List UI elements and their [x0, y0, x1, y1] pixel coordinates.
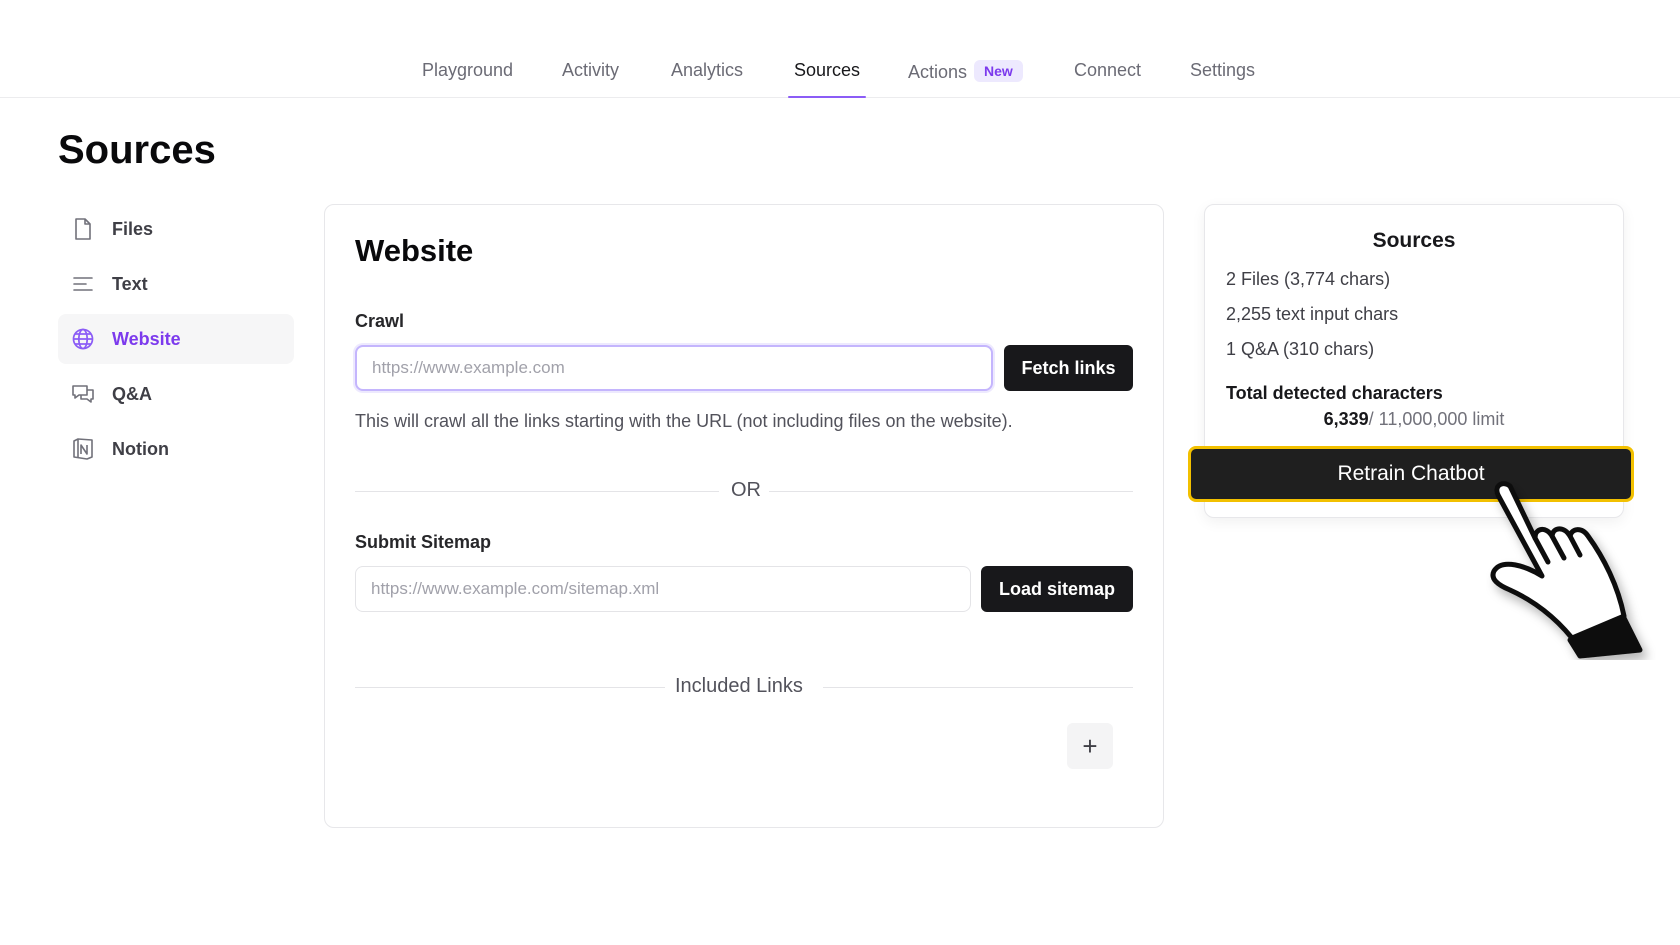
summary-files: 2 Files (3,774 chars): [1226, 269, 1391, 289]
sidebar-item-website[interactable]: Website: [58, 314, 294, 364]
or-divider-label: OR: [731, 479, 761, 501]
chat-bubbles-icon: [58, 383, 104, 405]
notion-icon: [58, 437, 104, 461]
included-links-label: Included Links: [675, 675, 803, 697]
summary-title: Sources: [1372, 229, 1456, 252]
fetch-links-button[interactable]: Fetch links: [1004, 345, 1133, 391]
new-badge: New: [974, 60, 1023, 82]
tab-activity[interactable]: Activity: [562, 60, 619, 98]
file-icon: [58, 217, 104, 241]
crawl-helper-text: This will crawl all the links starting w…: [355, 411, 1013, 431]
total-characters-limit: / 11,000,000 limit: [1368, 409, 1505, 429]
text-lines-icon: [58, 274, 104, 294]
page-title: Sources: [58, 128, 216, 172]
sidebar-item-label: Notion: [112, 438, 169, 459]
sidebar-item-text[interactable]: Text: [58, 259, 294, 309]
tab-settings[interactable]: Settings: [1190, 60, 1255, 98]
tab-actions[interactable]: Actions New: [908, 60, 1023, 98]
divider: [823, 687, 1133, 688]
sidebar-item-label: Files: [112, 218, 154, 239]
total-characters: 6,339/ 11,000,000 limit: [1205, 409, 1623, 430]
website-card: Website Crawl Fetch links This will craw…: [324, 204, 1164, 828]
top-nav: Playground Activity Analytics Sources Ac…: [0, 0, 1680, 98]
crawl-label: Crawl: [355, 311, 405, 331]
tab-connect[interactable]: Connect: [1074, 60, 1141, 98]
sitemap-label: Submit Sitemap: [355, 532, 492, 552]
tab-actions-label: Actions: [908, 62, 968, 82]
sidebar-item-notion[interactable]: Notion: [58, 424, 294, 474]
tab-analytics[interactable]: Analytics: [671, 60, 743, 98]
divider: [355, 687, 665, 688]
load-sitemap-button[interactable]: Load sitemap: [981, 566, 1133, 612]
sidebar-item-files[interactable]: Files: [58, 204, 294, 254]
retrain-chatbot-button[interactable]: Retrain Chatbot: [1188, 446, 1634, 502]
divider: [769, 491, 1133, 492]
sidebar-item-label: Website: [112, 328, 181, 349]
summary-text-chars: 2,255 text input chars: [1226, 304, 1399, 324]
globe-icon: [58, 327, 104, 351]
sidebar-item-label: Q&A: [112, 383, 152, 404]
total-characters-label: Total detected characters: [1226, 383, 1443, 403]
sidebar-item-qa[interactable]: Q&A: [58, 369, 294, 419]
add-link-button[interactable]: +: [1067, 723, 1113, 769]
sitemap-url-input[interactable]: [355, 566, 971, 612]
tab-playground[interactable]: Playground: [422, 60, 513, 98]
crawl-url-input[interactable]: [355, 345, 993, 391]
divider: [355, 491, 719, 492]
sidebar-item-label: Text: [112, 273, 148, 294]
tab-sources[interactable]: Sources: [787, 60, 867, 98]
website-title: Website: [355, 233, 474, 268]
total-characters-value: 6,339: [1323, 409, 1369, 429]
summary-qa: 1 Q&A (310 chars): [1226, 339, 1375, 359]
